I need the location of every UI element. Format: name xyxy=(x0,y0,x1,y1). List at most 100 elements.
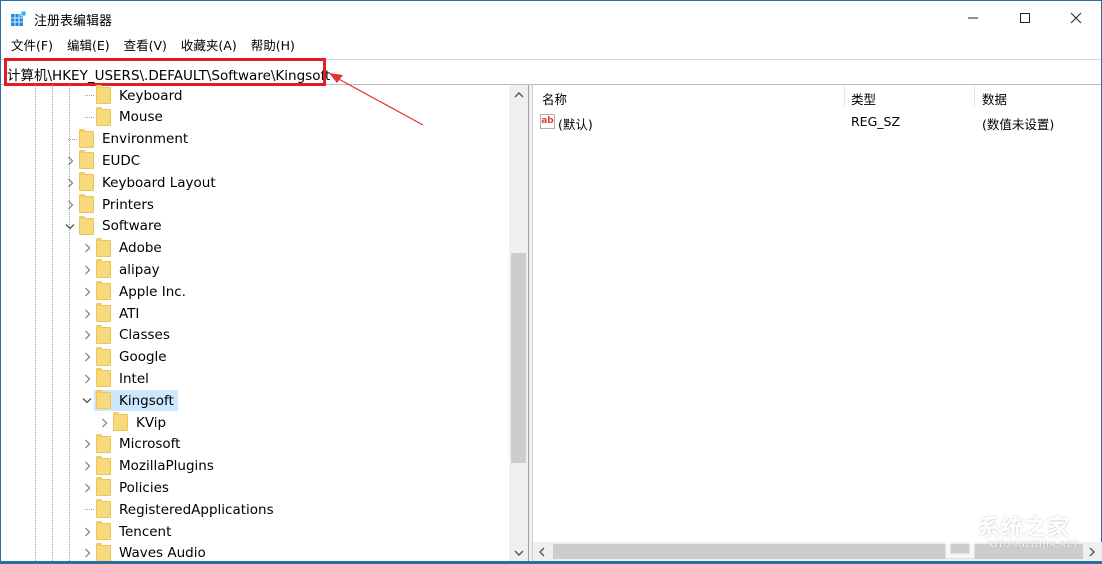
tree-item[interactable]: Kingsoft xyxy=(80,390,178,412)
tree-item[interactable]: RegisteredApplications xyxy=(80,499,278,520)
tree-item-label: Kingsoft xyxy=(119,392,174,409)
chevron-down-icon xyxy=(514,550,523,556)
chevron-right-icon[interactable] xyxy=(80,477,94,498)
value-type: REG_SZ xyxy=(851,114,901,129)
chevron-right-icon[interactable] xyxy=(63,172,77,193)
menu-favorites[interactable]: 收藏夹(A) xyxy=(174,35,244,57)
minimize-button[interactable] xyxy=(950,1,996,35)
address-path[interactable]: 计算机\HKEY_USERS\.DEFAULT\Software\Kingsof… xyxy=(7,64,330,84)
window-title: 注册表编辑器 xyxy=(34,14,113,29)
tree-item[interactable]: Environment xyxy=(63,128,192,150)
tree-item[interactable]: KVip xyxy=(97,412,170,433)
menu-file[interactable]: 文件(F) xyxy=(4,35,60,57)
tree-item-label: Intel xyxy=(119,370,149,387)
chevron-right-icon[interactable] xyxy=(80,325,94,346)
tree-vertical-scrollbar[interactable] xyxy=(509,85,528,564)
folder-icon xyxy=(96,346,111,366)
tree-item[interactable]: Intel xyxy=(80,368,153,389)
list-horizontal-scrollbar[interactable] xyxy=(533,542,1102,561)
close-button[interactable] xyxy=(1053,1,1099,35)
column-header-type[interactable]: 类型 xyxy=(851,89,876,108)
folder-icon xyxy=(96,433,111,453)
tree-item[interactable]: alipay xyxy=(80,259,164,280)
tree-item[interactable]: MozillaPlugins xyxy=(80,455,218,477)
menu-bar: 文件(F) 编辑(E) 查看(V) 收藏夹(A) 帮助(H) xyxy=(1,35,1101,57)
chevron-right-icon[interactable] xyxy=(80,281,94,302)
tree-item[interactable]: Classes xyxy=(80,324,174,346)
value-data: (数值未设置) xyxy=(982,117,1055,132)
chevron-right-icon[interactable] xyxy=(80,238,94,259)
chevron-right-icon[interactable] xyxy=(80,303,94,324)
list-item[interactable]: ab (默认) REG_SZ (数值未设置) xyxy=(533,112,1102,132)
scroll-thumb[interactable] xyxy=(553,544,1083,559)
folder-icon xyxy=(96,368,111,388)
chevron-right-icon[interactable] xyxy=(80,434,94,455)
tree-item[interactable]: Adobe xyxy=(80,237,166,259)
folder-icon xyxy=(96,324,111,344)
tree-item-label: Waves Audio xyxy=(119,545,206,562)
tree-item-label: Environment xyxy=(102,131,189,148)
values-list[interactable]: 名称 类型 数据 ab (默认) REG_SZ (数值未设置) xyxy=(533,85,1102,564)
tree-item-label: RegisteredApplications xyxy=(119,501,274,518)
scroll-right-button[interactable] xyxy=(1083,542,1101,561)
folder-icon xyxy=(96,237,111,257)
tree-item[interactable]: ATI xyxy=(80,303,143,324)
chevron-down-icon[interactable] xyxy=(63,216,77,237)
scroll-down-button[interactable] xyxy=(509,543,528,563)
chevron-right-icon[interactable] xyxy=(80,521,94,542)
tree-item[interactable]: Google xyxy=(80,346,171,368)
menu-help[interactable]: 帮助(H) xyxy=(244,35,302,57)
chevron-left-icon xyxy=(539,547,545,556)
chevron-right-icon[interactable] xyxy=(80,259,94,280)
registry-editor-icon xyxy=(11,11,26,26)
tree-item[interactable]: Microsoft xyxy=(80,433,184,455)
folder-icon xyxy=(96,259,111,279)
address-bar[interactable]: 计算机\HKEY_USERS\.DEFAULT\Software\Kingsof… xyxy=(1,59,1101,85)
folder-icon xyxy=(96,499,111,519)
scroll-thumb[interactable] xyxy=(511,253,526,463)
registry-key-tree[interactable]: Keyboard Mouse Environment EUDC Keyboard Lay… xyxy=(1,85,528,564)
tree-item[interactable]: Mouse xyxy=(80,106,167,128)
tree-guide-line xyxy=(52,85,53,564)
chevron-right-icon[interactable] xyxy=(80,347,94,368)
tree-item-label: Printers xyxy=(102,196,154,213)
folder-icon xyxy=(96,477,111,497)
menu-edit[interactable]: 编辑(E) xyxy=(60,35,117,57)
tree-item[interactable]: Keyboard xyxy=(80,85,186,106)
chevron-right-icon[interactable] xyxy=(80,456,94,477)
folder-icon xyxy=(79,194,94,213)
column-divider[interactable] xyxy=(844,85,845,107)
chevron-right-icon[interactable] xyxy=(97,412,111,433)
tree-item[interactable]: EUDC xyxy=(63,150,144,171)
column-header-data[interactable]: 数据 xyxy=(982,89,1007,108)
folder-icon xyxy=(96,281,111,301)
folder-icon xyxy=(79,150,94,170)
chevron-right-icon[interactable] xyxy=(63,194,77,215)
scroll-left-button[interactable] xyxy=(533,542,551,561)
chevron-right-icon[interactable] xyxy=(63,150,77,171)
tree-item[interactable]: Printers xyxy=(63,194,158,215)
string-value-icon: ab xyxy=(540,114,555,129)
column-divider[interactable] xyxy=(974,85,975,107)
folder-icon xyxy=(96,455,111,475)
tree-connector xyxy=(80,107,94,128)
chevron-down-icon[interactable] xyxy=(80,390,94,411)
tree-item-label: Tencent xyxy=(119,523,172,540)
tree-item-label: Mouse xyxy=(119,109,163,126)
tree-item[interactable]: Keyboard Layout xyxy=(63,172,220,193)
tree-item[interactable]: Apple Inc. xyxy=(80,281,190,302)
tree-item[interactable]: Tencent xyxy=(80,521,175,542)
list-header: 名称 类型 数据 xyxy=(533,85,1102,109)
folder-icon xyxy=(96,542,111,562)
column-header-name[interactable]: 名称 xyxy=(542,89,567,108)
folder-icon xyxy=(113,412,128,431)
tree-item[interactable]: Policies xyxy=(80,477,173,498)
maximize-icon xyxy=(1020,13,1030,23)
tree-item[interactable]: Software xyxy=(63,215,166,237)
maximize-button[interactable] xyxy=(1002,1,1048,35)
chevron-up-icon xyxy=(514,92,523,98)
menu-view[interactable]: 查看(V) xyxy=(117,35,174,57)
scroll-up-button[interactable] xyxy=(509,85,528,105)
chevron-right-icon[interactable] xyxy=(80,368,94,389)
tree-item-label: alipay xyxy=(119,261,160,278)
